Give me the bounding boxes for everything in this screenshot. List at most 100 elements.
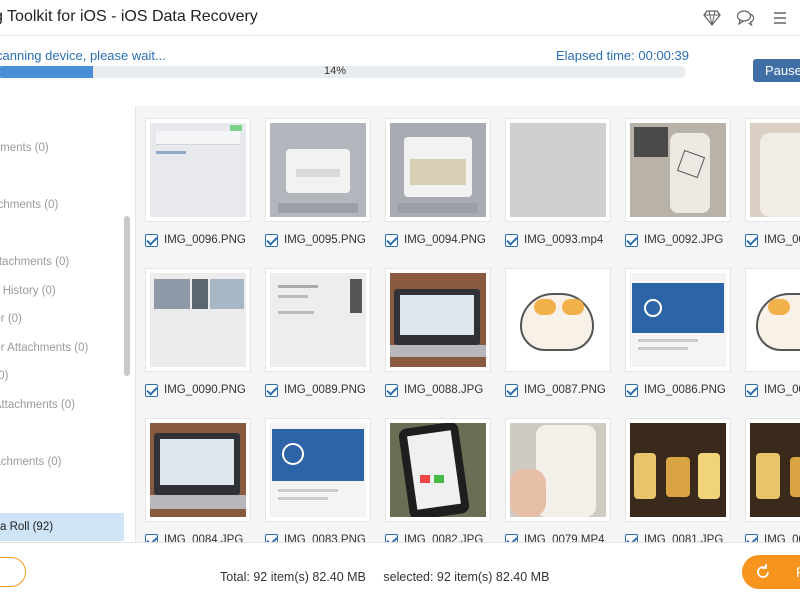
file-item[interactable]: IMG_00: [745, 418, 800, 542]
file-item[interactable]: IMG_00: [745, 268, 800, 408]
refresh-icon: [757, 564, 769, 578]
selected-count: selected: 92 item(s) 82.40 MB: [383, 570, 550, 584]
file-thumbnail[interactable]: [625, 418, 731, 522]
scan-progress-percent: 14%: [323, 65, 347, 77]
file-thumbnail[interactable]: [625, 118, 731, 222]
file-name: IMG_0087.PNG: [524, 384, 606, 396]
total-count: Total: 92 item(s) 82.40 MB: [220, 570, 366, 584]
file-checkbox[interactable]: [625, 533, 638, 542]
file-name: IMG_0095.PNG: [284, 234, 366, 246]
sidebar-item[interactable]: ttachments (0): [0, 456, 62, 468]
sidebar-item-camera-roll[interactable]: a Roll (92): [0, 513, 124, 541]
sidebar-item[interactable]: t (0): [0, 370, 8, 382]
app-window: g Toolkit for iOS - iOS Data Recovery ca…: [0, 0, 800, 600]
file-item[interactable]: IMG_0081.JPG: [625, 418, 731, 542]
diamond-icon[interactable]: [702, 8, 722, 28]
file-name: IMG_0092.JPG: [644, 234, 724, 246]
sidebar-scrollbar[interactable]: [124, 216, 130, 376]
file-name: IMG_0089.PNG: [284, 384, 366, 396]
file-checkbox[interactable]: [385, 233, 398, 247]
file-thumbnail[interactable]: [745, 418, 800, 522]
file-checkbox[interactable]: [505, 533, 518, 542]
file-item[interactable]: IMG_0090.PNG: [145, 268, 251, 408]
file-name: IMG_0083.PNG: [284, 534, 366, 542]
file-item[interactable]: IMG_0082.JPG: [385, 418, 491, 542]
file-name: IMG_0079.MP4: [524, 534, 605, 542]
file-thumbnail[interactable]: [505, 418, 611, 522]
pause-button[interactable]: Pause: [753, 59, 800, 82]
file-checkbox[interactable]: [385, 383, 398, 397]
file-item[interactable]: IMG_0088.JPG: [385, 268, 491, 408]
file-name: IMG_0093.mp4: [524, 234, 604, 246]
recover-button[interactable]: Re: [742, 555, 800, 589]
file-item[interactable]: IMG_0084.JPG: [145, 418, 251, 542]
file-item[interactable]: IMG_0095.PNG: [265, 118, 371, 258]
file-name: IMG_0081.JPG: [644, 534, 724, 542]
file-checkbox[interactable]: [145, 533, 158, 542]
sidebar-item[interactable]: ger (0): [0, 313, 22, 325]
file-thumbnail[interactable]: [265, 418, 371, 522]
file-checkbox[interactable]: [145, 233, 158, 247]
file-item[interactable]: IMG_0083.PNG: [265, 418, 371, 542]
footer-bar: Total: 92 item(s) 82.40 MB selected: 92 …: [0, 542, 800, 600]
file-checkbox[interactable]: [265, 233, 278, 247]
file-checkbox[interactable]: [625, 383, 638, 397]
file-item[interactable]: IMG_00: [745, 118, 800, 258]
file-item[interactable]: IMG_0093.mp4: [505, 118, 611, 258]
chat-icon[interactable]: [736, 8, 756, 28]
file-name: IMG_0082.JPG: [404, 534, 484, 542]
sidebar-item[interactable]: chments (0): [0, 142, 49, 154]
file-thumbnail[interactable]: [385, 118, 491, 222]
file-name: IMG_0088.JPG: [404, 384, 484, 396]
sidebar-item[interactable]: tachments (0): [0, 199, 58, 211]
file-thumbnail[interactable]: [505, 268, 611, 372]
file-checkbox[interactable]: [745, 383, 758, 397]
file-item[interactable]: IMG_0089.PNG: [265, 268, 371, 408]
file-name: IMG_00: [764, 234, 800, 246]
selection-summary: Total: 92 item(s) 82.40 MB selected: 92 …: [220, 570, 563, 584]
file-name: IMG_0086.PNG: [644, 384, 726, 396]
file-checkbox[interactable]: [265, 533, 278, 542]
file-thumbnail[interactable]: [745, 268, 800, 372]
file-checkbox[interactable]: [745, 533, 758, 542]
file-checkbox[interactable]: [505, 233, 518, 247]
sidebar-item[interactable]: all History (0): [0, 285, 56, 297]
file-checkbox[interactable]: [505, 383, 518, 397]
file-name: IMG_0084.JPG: [164, 534, 244, 542]
file-thumbnail[interactable]: [505, 118, 611, 222]
file-thumbnail[interactable]: [145, 118, 251, 222]
file-name: IMG_0094.PNG: [404, 234, 486, 246]
file-item[interactable]: IMG_0086.PNG: [625, 268, 731, 408]
file-name: IMG_00: [764, 384, 800, 396]
file-checkbox[interactable]: [385, 533, 398, 542]
file-checkbox[interactable]: [145, 383, 158, 397]
file-checkbox[interactable]: [265, 383, 278, 397]
back-button[interactable]: [0, 557, 26, 587]
sidebar-item[interactable]: Attachments (0): [0, 256, 69, 268]
file-thumbnail[interactable]: [385, 418, 491, 522]
file-thumbnail[interactable]: [265, 118, 371, 222]
file-thumbnail[interactable]: [265, 268, 371, 372]
file-item[interactable]: IMG_0096.PNG: [145, 118, 251, 258]
file-thumbnail[interactable]: [145, 268, 251, 372]
file-thumbnail[interactable]: [625, 268, 731, 372]
file-name: IMG_0090.PNG: [164, 384, 246, 396]
file-item[interactable]: IMG_0087.PNG: [505, 268, 611, 408]
title-bar: g Toolkit for iOS - iOS Data Recovery: [0, 0, 800, 36]
file-item[interactable]: IMG_0079.MP4: [505, 418, 611, 542]
sidebar-item[interactable]: t Attachments (0): [0, 399, 75, 411]
file-thumbnail[interactable]: [745, 118, 800, 222]
file-item[interactable]: IMG_0094.PNG: [385, 118, 491, 258]
scan-status-text: canning device, please wait...: [0, 48, 166, 63]
file-thumbnail[interactable]: [145, 418, 251, 522]
sidebar-item[interactable]: ger Attachments (0): [0, 342, 88, 354]
file-checkbox[interactable]: [745, 233, 758, 247]
file-item[interactable]: IMG_0092.JPG: [625, 118, 731, 258]
menu-icon[interactable]: [770, 8, 790, 28]
file-name: IMG_00: [764, 534, 800, 542]
file-thumbnail[interactable]: [385, 268, 491, 372]
recover-label: Re: [796, 564, 800, 580]
window-title: g Toolkit for iOS - iOS Data Recovery: [0, 8, 258, 25]
file-grid: IMG_0096.PNG IMG_0095.PNG IMG_0094.PNG I…: [136, 106, 800, 542]
file-checkbox[interactable]: [625, 233, 638, 247]
